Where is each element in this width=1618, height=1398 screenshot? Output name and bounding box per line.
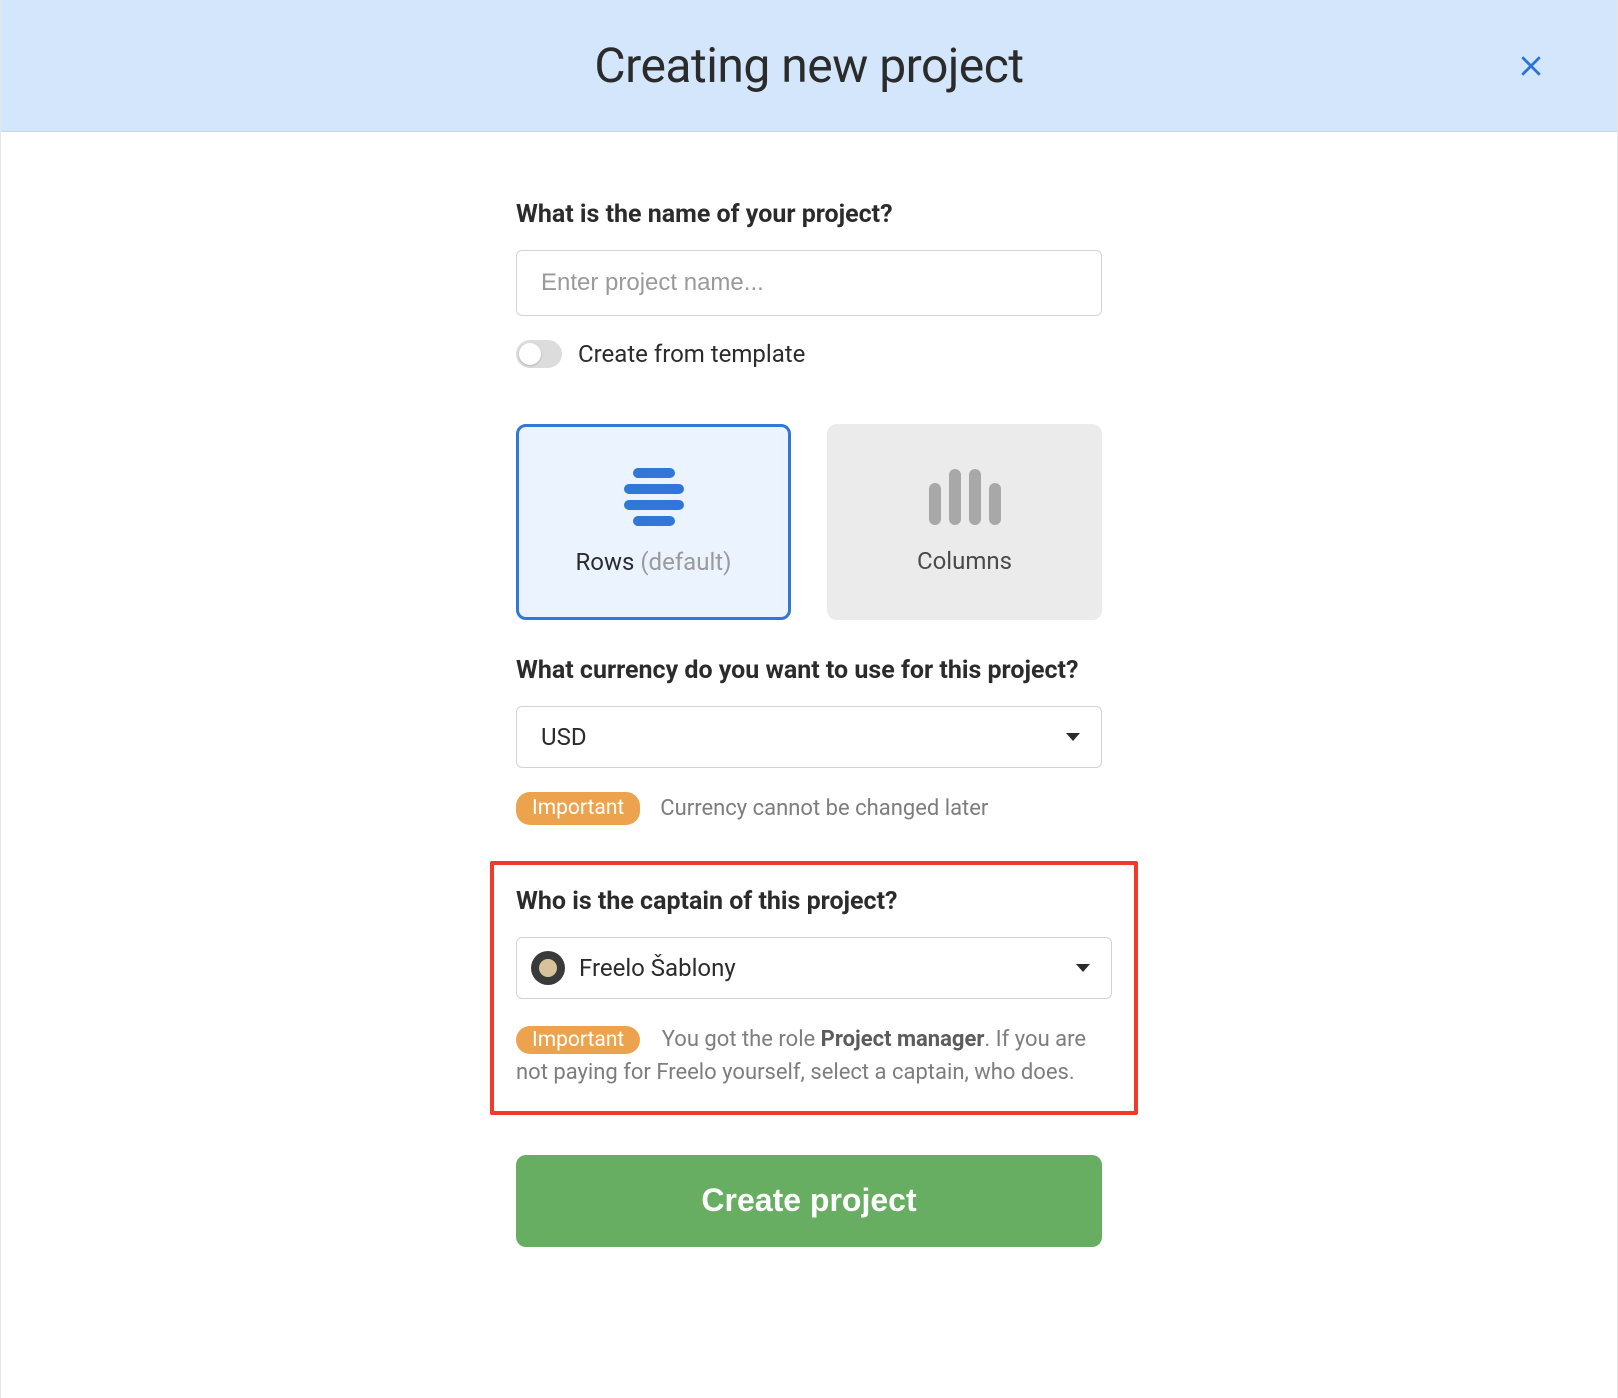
- modal-title: Creating new project: [594, 37, 1023, 94]
- modal-header: Creating new project: [1, 0, 1617, 132]
- form-area: What is the name of your project? Create…: [516, 132, 1102, 1247]
- close-button[interactable]: [1513, 48, 1549, 84]
- toggle-knob: [519, 343, 541, 365]
- close-icon: [1516, 51, 1546, 81]
- currency-note-row: Important Currency cannot be changed lat…: [516, 792, 1102, 825]
- project-name-label: What is the name of your project?: [516, 198, 1102, 232]
- important-badge: Important: [516, 1026, 640, 1054]
- currency-select[interactable]: USD: [516, 706, 1102, 768]
- captain-note-row: Important You got the role Project manag…: [516, 1023, 1112, 1089]
- currency-value: USD: [541, 723, 587, 751]
- captain-value: Freelo Šablony: [579, 954, 736, 982]
- view-option-columns[interactable]: Columns: [827, 424, 1102, 620]
- view-option-rows-label: Rows (default): [575, 548, 731, 576]
- currency-section: What currency do you want to use for thi…: [516, 654, 1102, 825]
- template-toggle-row: Create from template: [516, 340, 1102, 368]
- captain-select[interactable]: Freelo Šablony: [516, 937, 1112, 999]
- currency-select-wrap: USD: [516, 706, 1102, 768]
- view-option-columns-label: Columns: [917, 547, 1012, 575]
- captain-label: Who is the captain of this project?: [516, 885, 1112, 919]
- view-option-rows[interactable]: Rows (default): [516, 424, 791, 620]
- create-project-button[interactable]: Create project: [516, 1155, 1102, 1247]
- columns-icon: [929, 469, 1001, 525]
- avatar: [531, 951, 565, 985]
- template-toggle[interactable]: [516, 340, 562, 368]
- create-project-modal: Creating new project What is the name of…: [0, 0, 1618, 1398]
- view-options: Rows (default) Columns: [516, 424, 1102, 620]
- chevron-down-icon: [1076, 964, 1090, 972]
- rows-icon: [624, 468, 684, 526]
- chevron-down-icon: [1066, 733, 1080, 741]
- captain-select-wrap: Freelo Šablony: [516, 937, 1112, 999]
- template-toggle-label: Create from template: [578, 340, 805, 368]
- captain-highlight-box: Who is the captain of this project? Free…: [490, 861, 1138, 1115]
- currency-label: What currency do you want to use for thi…: [516, 654, 1102, 688]
- currency-note: Currency cannot be changed later: [660, 792, 988, 825]
- important-badge: Important: [516, 792, 640, 825]
- project-name-input[interactable]: [516, 250, 1102, 316]
